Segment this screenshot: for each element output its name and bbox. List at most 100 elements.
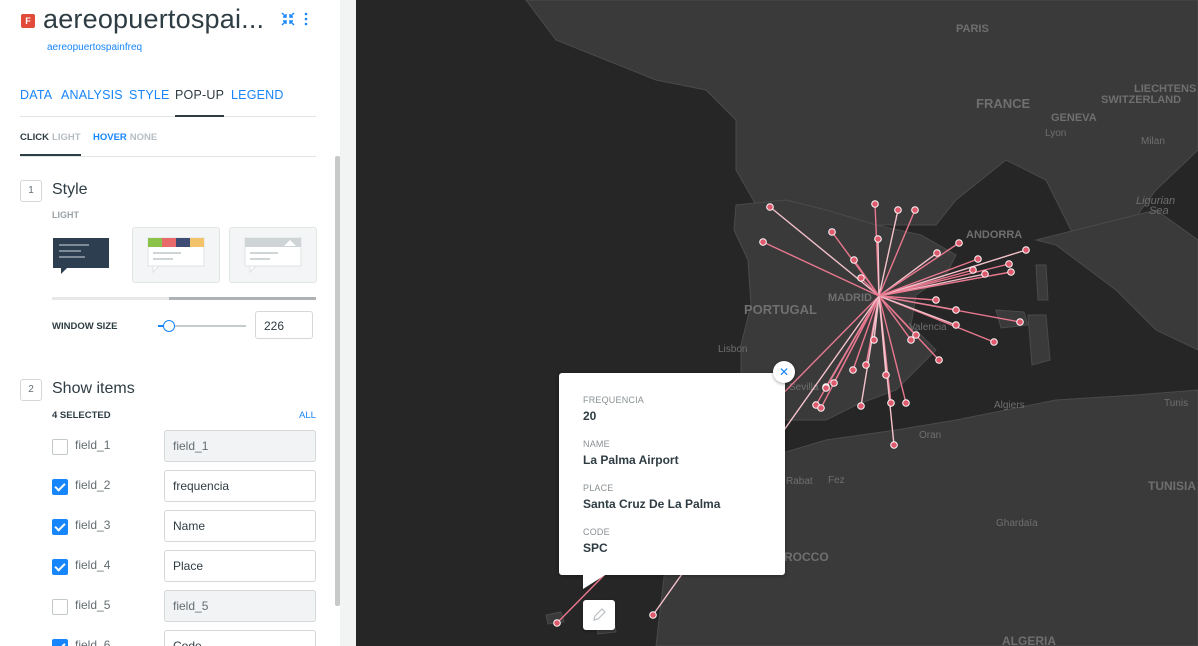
airport-point[interactable] <box>952 306 960 314</box>
pencil-icon[interactable] <box>583 600 615 630</box>
airport-point[interactable] <box>907 336 915 344</box>
popup-key-code: CODE <box>583 527 610 537</box>
layer-title[interactable]: aereopuertospai... <box>43 4 271 35</box>
style-option-dark[interactable] <box>52 227 140 283</box>
field-row: field_2 frequencia <box>52 470 316 502</box>
airport-point[interactable] <box>849 366 857 374</box>
style-option-image[interactable] <box>229 227 317 283</box>
airport-point[interactable] <box>828 228 836 236</box>
airport-point[interactable] <box>870 336 878 344</box>
field-row: field_4 Place <box>52 550 316 582</box>
map-label-rabat: Rabat <box>786 476 813 487</box>
airport-point[interactable] <box>857 402 865 410</box>
window-size-input[interactable]: 226 <box>255 311 313 339</box>
airport-point[interactable] <box>874 235 882 243</box>
window-size-slider-handle[interactable] <box>163 320 175 332</box>
airport-point[interactable] <box>1016 318 1024 326</box>
popup-value-place: Santa Cruz De La Palma <box>583 497 721 511</box>
field-checkbox[interactable] <box>52 439 68 455</box>
popup-mode-tabs: CLICK LIGHT HOVER NONE <box>20 130 316 157</box>
map-label-milan: Milan <box>1141 136 1165 147</box>
airport-point[interactable] <box>822 384 830 392</box>
field-checkbox[interactable] <box>52 479 68 495</box>
tab-pop-up[interactable]: POP-UP <box>175 88 225 117</box>
airport-point[interactable] <box>935 356 943 364</box>
field-title-input[interactable]: field_1 <box>164 430 316 462</box>
field-title-input[interactable]: frequencia <box>164 470 316 502</box>
style-carousel-position[interactable] <box>169 297 316 300</box>
subtab-hover[interactable]: HOVER NONE <box>93 132 157 143</box>
subtab-click[interactable]: CLICK LIGHT <box>20 132 81 143</box>
field-name: field_2 <box>75 478 111 492</box>
airport-point[interactable] <box>553 619 561 627</box>
airport-point[interactable] <box>1007 268 1015 276</box>
field-checkbox[interactable] <box>52 559 68 575</box>
field-checkbox[interactable] <box>52 519 68 535</box>
airport-point[interactable] <box>952 321 960 329</box>
map-label-sea: Sea <box>1149 205 1169 217</box>
info-popup: FREQUENCIA 20 NAME La Palma Airport PLAC… <box>559 373 785 575</box>
airport-point[interactable] <box>932 296 940 304</box>
layer-source-name[interactable]: aereopuertospainfreq <box>47 42 142 53</box>
field-checkbox[interactable] <box>52 639 68 646</box>
airport-point[interactable] <box>974 255 982 263</box>
popup-key-frequencia: FREQUENCIA <box>583 395 645 405</box>
tab-style[interactable]: STYLE <box>129 88 170 115</box>
more-options-icon[interactable] <box>303 12 309 30</box>
airport-point[interactable] <box>882 371 890 379</box>
field-title-input[interactable]: field_5 <box>164 590 316 622</box>
field-checkbox[interactable] <box>52 599 68 615</box>
field-title-input[interactable]: Name <box>164 510 316 542</box>
airport-point[interactable] <box>955 239 963 247</box>
style-option-color[interactable] <box>132 227 220 283</box>
map-label-fez: Fez <box>828 475 845 486</box>
field-title-input[interactable]: Place <box>164 550 316 582</box>
map-label-switzerland: SWITZERLAND <box>1101 94 1181 106</box>
select-all-link[interactable]: ALL <box>299 410 316 421</box>
field-name: field_4 <box>75 558 111 572</box>
airport-point[interactable] <box>862 361 870 369</box>
tab-data[interactable]: DATA <box>20 88 52 115</box>
map-label-algiers: Algiers <box>994 400 1025 411</box>
show-items-title: Show items <box>52 380 135 397</box>
airport-point[interactable] <box>911 206 919 214</box>
step-number: 2 <box>20 379 42 401</box>
airport-point[interactable] <box>1022 246 1030 254</box>
airport-point[interactable] <box>933 249 941 257</box>
airport-point[interactable] <box>1005 260 1013 268</box>
popup-value-code: SPC <box>583 541 608 555</box>
airport-point[interactable] <box>871 200 879 208</box>
collapse-icon[interactable] <box>281 12 295 30</box>
airport-point[interactable] <box>850 256 858 264</box>
close-icon[interactable]: ✕ <box>773 361 795 383</box>
map-label-lyon: Lyon <box>1045 128 1066 139</box>
airport-point[interactable] <box>912 331 920 339</box>
tab-legend[interactable]: LEGEND <box>231 88 284 115</box>
map-label-algeria: ALGERIA <box>1002 634 1056 646</box>
airport-point[interactable] <box>887 399 895 407</box>
selected-count: 4 SELECTED <box>52 410 111 421</box>
map-label-oran: Oran <box>919 430 941 441</box>
airport-point[interactable] <box>990 338 998 346</box>
airport-point[interactable] <box>969 266 977 274</box>
airport-point[interactable] <box>894 206 902 214</box>
airport-point[interactable] <box>981 270 989 278</box>
subtab-hover-value: NONE <box>129 132 158 143</box>
airport-point[interactable] <box>902 399 910 407</box>
tab-analysis[interactable]: ANALYSIS <box>61 88 123 115</box>
map-label-portugal: PORTUGAL <box>744 302 817 317</box>
map-label-morocco: ROCCO <box>784 550 829 564</box>
airport-point[interactable] <box>890 441 898 449</box>
field-row: field_6 Code <box>52 630 316 646</box>
airport-point[interactable] <box>857 274 865 282</box>
airport-point[interactable] <box>766 203 774 211</box>
airport-point[interactable] <box>649 611 657 619</box>
field-name: field_1 <box>75 438 111 452</box>
map-label-tunisia: TUNISIA <box>1148 479 1196 493</box>
field-title-input[interactable]: Code <box>164 630 316 646</box>
popup-key-place: PLACE <box>583 483 614 493</box>
layer-type-badge: F <box>21 14 35 28</box>
airport-point[interactable] <box>759 238 767 246</box>
airport-point[interactable] <box>817 404 825 412</box>
airport-point[interactable] <box>830 379 838 387</box>
